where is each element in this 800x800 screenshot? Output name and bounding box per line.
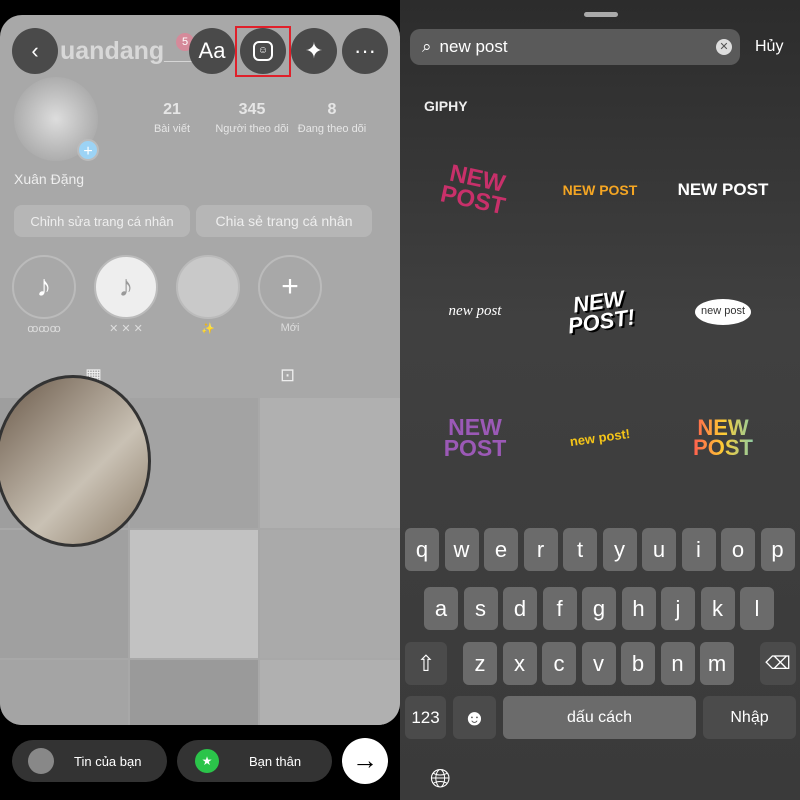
shift-key[interactable]: ⇧ [405,642,447,685]
key-d[interactable]: d [503,587,537,630]
key-x[interactable]: x [502,642,537,685]
clear-icon[interactable]: ✕ [716,39,732,55]
highlight-label: ✨ [201,323,215,335]
highlight-1: ♪ [12,255,76,319]
share-profile-button: Chia sẻ trang cá nhân [196,205,372,237]
key-p[interactable]: p [760,528,795,571]
key-u[interactable]: u [642,528,676,571]
key-r[interactable]: r [523,528,558,571]
key-i[interactable]: i [681,528,716,571]
key-a[interactable]: a [424,587,458,630]
numbers-key[interactable]: 123 [405,696,446,739]
highlight-label: ✕ ✕ ✕ [109,323,143,335]
sticker[interactable]: NEW POST [545,150,655,230]
add-story-icon: + [77,139,99,161]
key-z[interactable]: z [463,642,497,685]
section-title: GIPHY [424,98,468,114]
highlight-label: ꝏꝏꝏ [27,323,61,335]
star-icon: ★ [195,749,219,773]
key-t[interactable]: t [563,528,597,571]
avatar [28,748,54,774]
stat-posts: 21 Bài viết [153,101,191,135]
highlight-new: + [258,255,322,319]
edit-profile-button: Chỉnh sửa trang cá nhân [14,205,190,237]
stat-following: 8 Đang theo dõi [297,101,367,135]
cancel-button[interactable]: Hủy [755,38,783,56]
effects-button[interactable]: ✦ [291,28,337,74]
key-s[interactable]: s [463,587,498,630]
text-tool-button[interactable]: Aa [189,28,235,74]
highlight-box [235,26,291,77]
key-h[interactable]: h [621,587,656,630]
key-b[interactable]: b [621,642,655,685]
search-input[interactable]: ⌕ new post ✕ [410,29,740,65]
key-o[interactable]: o [721,528,755,571]
key-n[interactable]: n [660,642,695,685]
close-friends-button[interactable]: ★ Bạn thân [177,740,332,782]
key-m[interactable]: m [700,642,734,685]
key-c[interactable]: c [542,642,576,685]
sparkles-icon: ✦ [304,38,324,63]
more-button[interactable]: ··· [342,28,388,74]
sticker[interactable]: NEW POST [668,150,778,230]
close-friends-label: Bạn thân [249,753,302,769]
sticker[interactable]: NEW POST [413,139,537,240]
key-w[interactable]: w [444,528,479,571]
tagged-tab-icon: ⊡ [280,365,296,385]
username: uandang__ [60,37,192,65]
emoji-icon: ☻ [462,704,487,730]
key-g[interactable]: g [582,587,616,630]
drag-handle[interactable] [584,12,618,17]
your-story-label: Tin của bạn [74,753,142,769]
key-j[interactable]: j [661,587,695,630]
profile-preview: uandang__ 5 + Xuân Đặng 21 Bài viết 345 Ng… [0,15,400,725]
sticker[interactable]: NEW POST [420,398,530,478]
globe-icon[interactable]: 🌐︎ [430,763,451,795]
search-value: new post [439,37,508,56]
sticker[interactable]: new post [420,272,530,352]
emoji-key[interactable]: ☻ [453,696,496,739]
your-story-button[interactable]: Tin của bạn [12,740,167,782]
search-icon: ⌕ [422,37,432,56]
key-l[interactable]: l [740,587,774,630]
key-v[interactable]: v [581,642,616,685]
key-q[interactable]: q [405,528,439,571]
highlight-label: Mới [280,322,300,334]
back-button[interactable]: ‹ [12,28,58,74]
sticker[interactable]: NEW POST! [540,265,660,360]
space-key[interactable]: dấu cách [503,696,696,739]
photo-sticker[interactable] [0,375,151,547]
sticker[interactable]: NEW POST [668,398,778,478]
highlight-2: ♪ [94,255,158,319]
key-e[interactable]: e [484,528,518,571]
enter-key[interactable]: Nhập [703,696,796,739]
sticker[interactable]: new post [668,272,778,352]
sticker[interactable]: new post! [540,391,660,486]
send-button[interactable]: → [342,738,388,784]
profile-name: Xuân Đặng [14,171,85,187]
key-y[interactable]: y [602,528,637,571]
stat-followers: 345 Người theo dõi [215,101,289,135]
story-editor: uandang__ 5 + Xuân Đặng 21 Bài viết 345 Ng… [0,0,400,800]
key-k[interactable]: k [700,587,735,630]
backspace-key[interactable]: ⌫ [760,642,796,685]
highlight-3 [176,255,240,319]
sticker-search-panel: ⌕ new post ✕ Hủy GIPHY NEW POST NEW POST … [400,0,800,800]
key-f[interactable]: f [542,587,577,630]
